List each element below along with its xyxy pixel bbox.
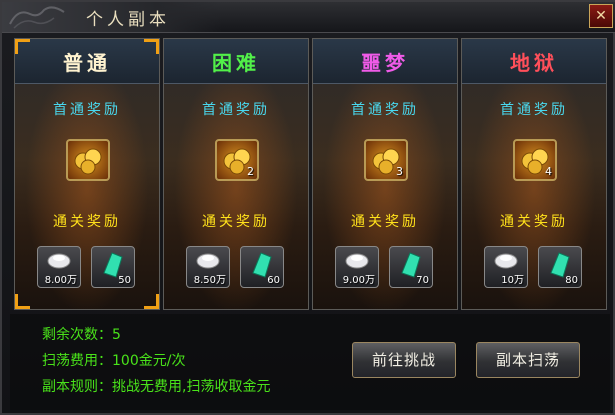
card-header: 困难: [164, 39, 308, 84]
first-clear-reward-label: 首通奖励: [500, 102, 568, 118]
difficulty-title: 噩梦: [361, 51, 409, 75]
title-tab: 个人副本: [2, 2, 222, 32]
go-challenge-button[interactable]: 前往挑战: [352, 342, 456, 378]
jade-amount: 70: [416, 275, 429, 286]
jade-reward-icon[interactable]: 70: [389, 246, 433, 288]
close-button[interactable]: ✕: [589, 4, 613, 28]
card-header: 噩梦: [313, 39, 457, 84]
difficulty-card-hell[interactable]: 地狱 首通奖励 4 通关奖励 10万 80: [461, 38, 607, 310]
title-bar[interactable]: 个人副本 ✕: [2, 2, 615, 33]
silver-amount: 10万: [501, 275, 524, 286]
difficulty-title: 普通: [63, 51, 111, 75]
card-header: 普通: [15, 39, 159, 84]
silver-amount: 9.00万: [342, 275, 375, 286]
gold-coins-reward-icon[interactable]: 2: [215, 139, 259, 181]
silver-ingot-reward-icon[interactable]: 8.50万: [186, 246, 230, 288]
gold-count: 4: [545, 165, 552, 178]
first-clear-reward-label: 首通奖励: [53, 102, 121, 118]
silver-amount: 8.00万: [44, 275, 77, 286]
selection-corner: [15, 39, 30, 54]
gold-count: 3: [396, 165, 403, 178]
sweep-cost: 扫荡费用：100金元/次: [42, 353, 186, 369]
silver-ingot-reward-icon[interactable]: 8.00万: [37, 246, 81, 288]
gold-coins-reward-icon[interactable]: 4: [513, 139, 557, 181]
gold-count: 2: [247, 165, 254, 178]
difficulty-card-normal[interactable]: 普通 首通奖励 通关奖励 8.00万 50: [14, 38, 160, 310]
jade-amount: 80: [565, 275, 578, 286]
card-header: 地狱: [462, 39, 606, 84]
difficulty-card-hard[interactable]: 困难 首通奖励 2 通关奖励 8.50万 60: [163, 38, 309, 310]
clear-reward-label: 通关奖励: [351, 214, 419, 230]
first-clear-reward-label: 首通奖励: [202, 102, 270, 118]
selection-corner: [15, 294, 30, 309]
gold-coins-reward-icon[interactable]: 3: [364, 139, 408, 181]
silver-amount: 8.50万: [193, 275, 226, 286]
jade-reward-icon[interactable]: 80: [538, 246, 582, 288]
clear-reward-label: 通关奖励: [202, 214, 270, 230]
silver-ingot-reward-icon[interactable]: 9.00万: [335, 246, 379, 288]
dungeon-sweep-button[interactable]: 副本扫荡: [476, 342, 580, 378]
window-title: 个人副本: [86, 10, 170, 30]
first-clear-reward-label: 首通奖励: [351, 102, 419, 118]
clear-reward-label: 通关奖励: [500, 214, 568, 230]
jade-amount: 60: [267, 275, 280, 286]
difficulty-title: 困难: [212, 51, 260, 75]
selection-corner: [144, 39, 159, 54]
selection-corner: [144, 294, 159, 309]
clear-reward-label: 通关奖励: [53, 214, 121, 230]
difficulty-card-nightmare[interactable]: 噩梦 首通奖励 3 通关奖励 9.00万 70: [312, 38, 458, 310]
dragon-ornament-icon: [9, 6, 65, 29]
remaining-attempts: 剩余次数：5: [42, 327, 121, 343]
jade-reward-icon[interactable]: 60: [240, 246, 284, 288]
dungeon-window: 个人副本 ✕ 普通 首通奖励 通关奖励 8.00万 50 困难 首通奖励 2 通…: [0, 0, 615, 415]
jade-reward-icon[interactable]: 50: [91, 246, 135, 288]
difficulty-title: 地狱: [510, 51, 558, 75]
dungeon-rules: 副本规则：挑战无费用,扫荡收取金元: [42, 379, 271, 395]
gold-coins-reward-icon[interactable]: [66, 139, 110, 181]
jade-amount: 50: [118, 275, 131, 286]
silver-ingot-reward-icon[interactable]: 10万: [484, 246, 528, 288]
